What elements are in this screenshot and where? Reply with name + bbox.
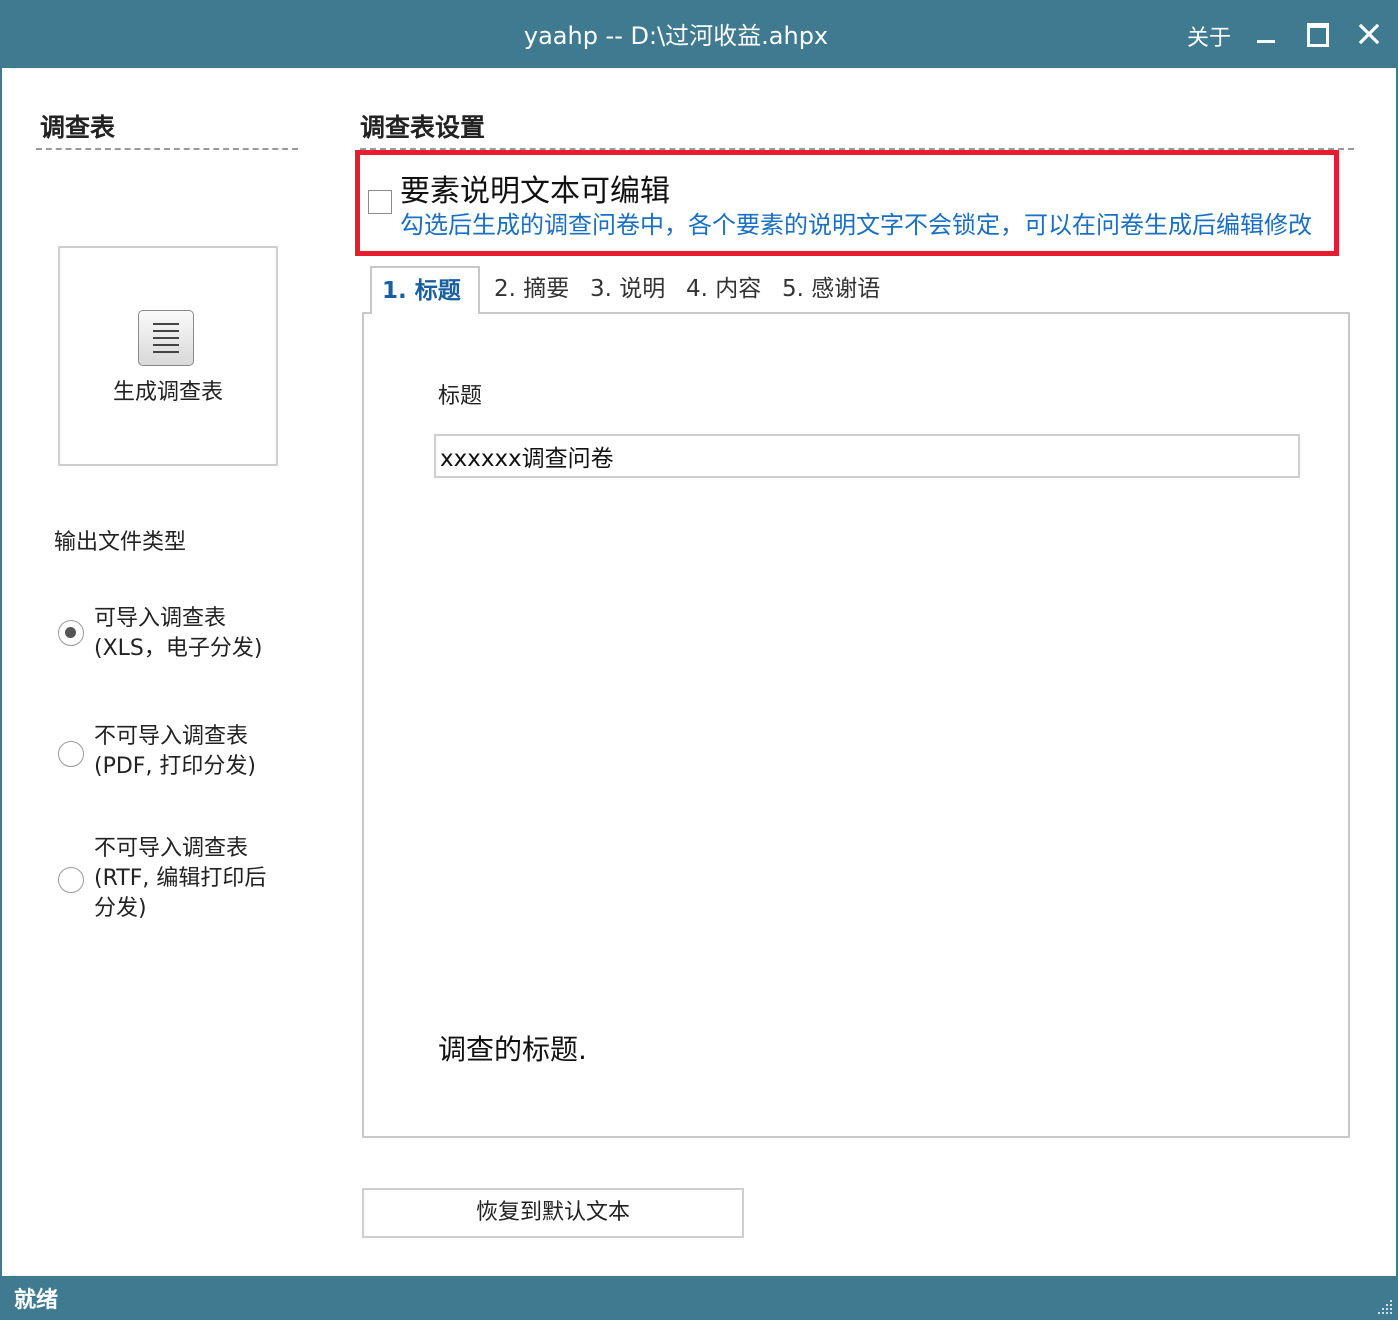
close-icon	[1359, 24, 1379, 44]
title-input[interactable]	[434, 434, 1300, 478]
restore-default-button[interactable]: 恢复到默认文本	[362, 1188, 744, 1238]
radio-xls-line2: (XLS，电子分发)	[94, 636, 263, 661]
editable-text-checkbox[interactable]	[368, 190, 392, 214]
settings-title: 调查表设置	[360, 113, 486, 142]
radio-rtf-line1: 不可导入调查表	[94, 836, 249, 861]
divider	[36, 148, 298, 150]
window-border-left	[0, 68, 2, 1276]
radio-rtf-label[interactable]: 不可导入调查表 (RTF, 编辑打印后 分发)	[94, 834, 266, 924]
radio-xls-line1: 可导入调查表	[94, 606, 227, 631]
tab-title[interactable]: 1. 标题	[370, 266, 480, 314]
maximize-icon	[1307, 23, 1329, 47]
survey-panel-title: 调查表	[40, 113, 116, 142]
tab-thanks[interactable]: 5. 感谢语	[782, 266, 880, 312]
radio-rtf[interactable]	[58, 867, 84, 893]
resize-grip-icon[interactable]	[1376, 1298, 1394, 1316]
tab-content[interactable]: 4. 内容	[686, 266, 761, 312]
generate-survey-label: 生成调查表	[112, 380, 223, 405]
radio-xls[interactable]	[58, 620, 84, 646]
editable-text-label[interactable]: 要素说明文本可编辑	[400, 166, 670, 210]
about-button[interactable]: 关于	[1180, 20, 1238, 52]
radio-xls-label[interactable]: 可导入调查表 (XLS，电子分发)	[94, 604, 262, 664]
maximize-button[interactable]	[1294, 12, 1338, 56]
radio-pdf-line1: 不可导入调查表	[94, 724, 249, 749]
output-type-label: 输出文件类型	[54, 530, 187, 555]
minimize-button[interactable]	[1244, 12, 1288, 56]
radio-rtf-line3: 分发)	[94, 896, 147, 921]
title-field-description: 调查的标题.	[438, 1033, 587, 1066]
title-field-label: 标题	[438, 384, 483, 409]
status-text: 就绪	[14, 1288, 59, 1313]
radio-pdf[interactable]	[58, 741, 84, 767]
radio-pdf-label[interactable]: 不可导入调查表 (PDF, 打印分发)	[94, 722, 256, 782]
radio-pdf-line2: (PDF, 打印分发)	[94, 754, 257, 779]
tab-instructions[interactable]: 3. 说明	[590, 266, 665, 312]
editable-text-hint: 勾选后生成的调查问卷中，各个要素的说明文字不会锁定，可以在问卷生成后编辑修改	[400, 211, 1312, 239]
status-bar	[0, 1276, 1398, 1320]
window-title: yaahp -- D:\过河收益.ahpx	[523, 22, 829, 50]
minimize-icon	[1257, 40, 1275, 43]
close-button[interactable]	[1347, 12, 1391, 56]
document-icon	[138, 310, 194, 366]
radio-rtf-line2: (RTF, 编辑打印后	[94, 866, 267, 891]
tab-abstract[interactable]: 2. 摘要	[494, 266, 569, 312]
generate-survey-button[interactable]: 生成调查表	[58, 246, 278, 466]
